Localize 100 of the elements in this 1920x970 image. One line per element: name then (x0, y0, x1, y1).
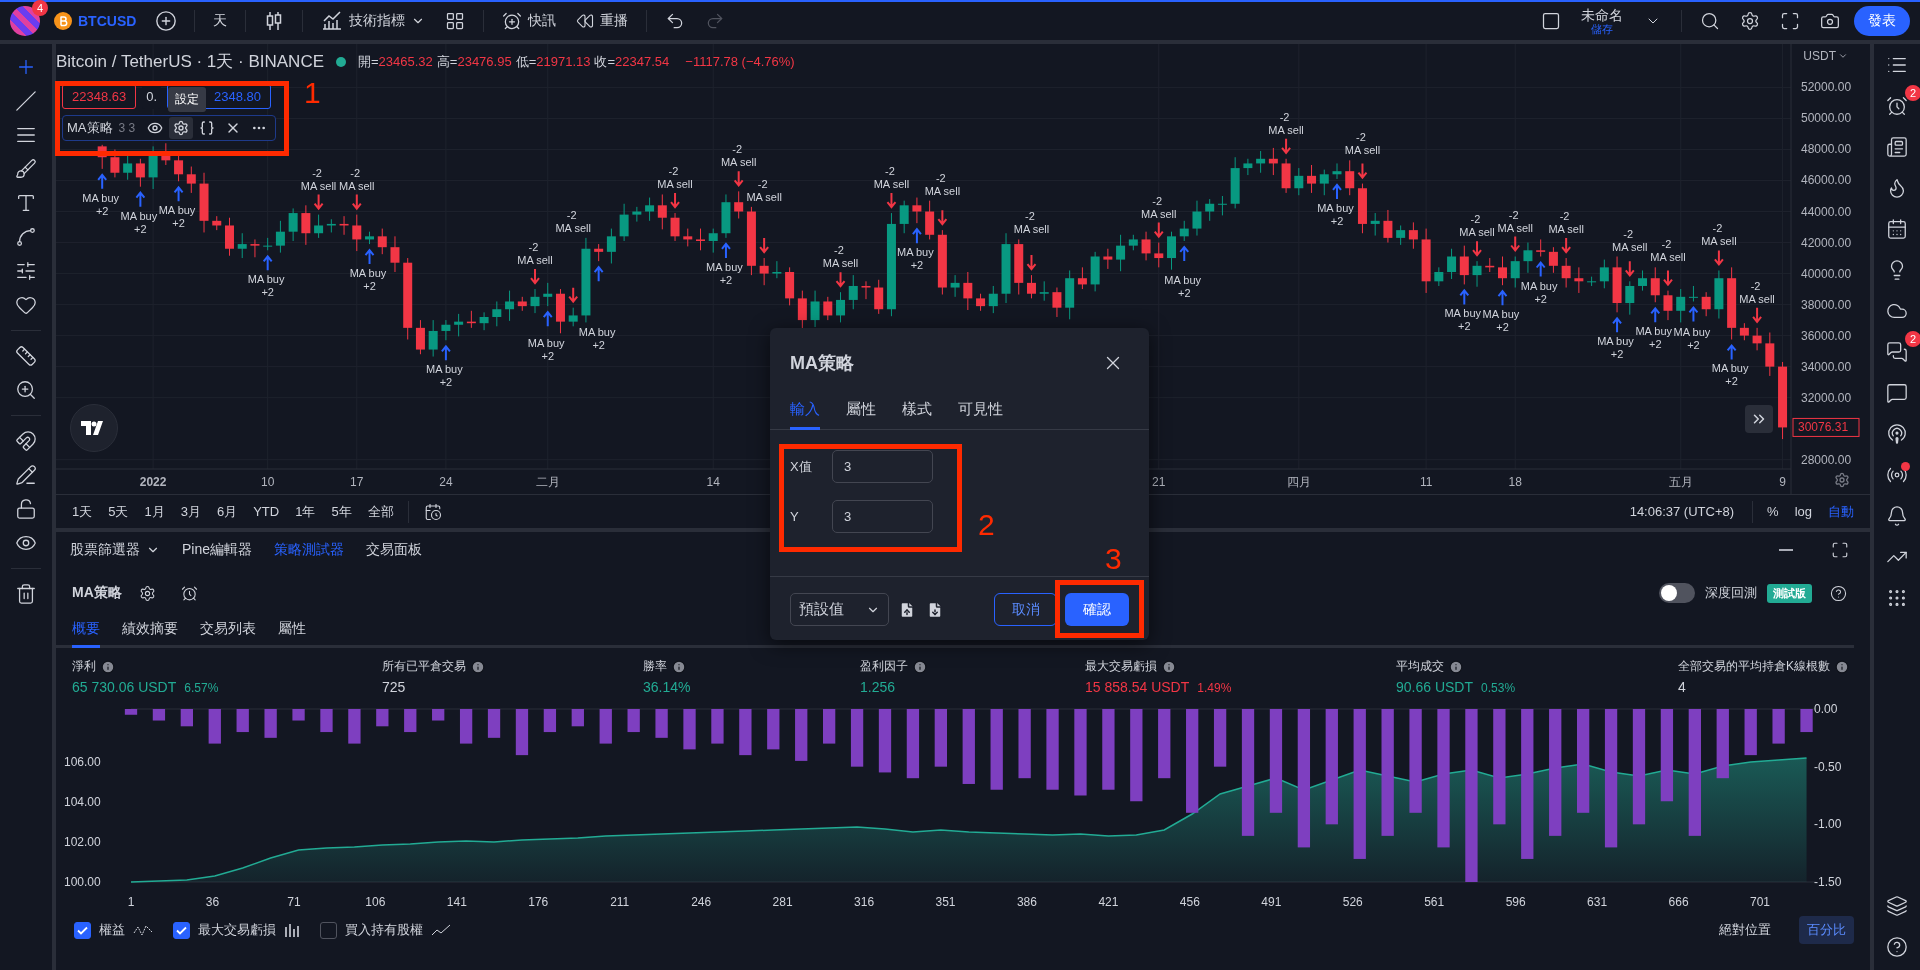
range-button[interactable]: 3月 (174, 498, 207, 525)
beta-badge: 測試版 (1767, 583, 1812, 603)
indicators-button[interactable]: 技術指標 (315, 7, 432, 35)
save-status: 儲存 (1591, 22, 1613, 36)
signal-label: -2 MA sell (1548, 210, 1584, 236)
confirm-button[interactable]: 確認 (1065, 593, 1129, 626)
preset-dropdown[interactable]: 預設值 (790, 593, 889, 626)
axis-label: 104.00 (64, 795, 101, 809)
symbol-button[interactable]: BTCUSD (48, 8, 143, 34)
notification-badge: 2 (1905, 85, 1920, 101)
range-button[interactable]: 1月 (138, 498, 171, 525)
input-field[interactable]: 3 (832, 450, 933, 483)
axis-label: 1 (127, 895, 135, 909)
legend-label: 買入持有股權 (345, 921, 423, 939)
signal-label: MA buy +2 (578, 326, 616, 352)
stat-value: 4 (1678, 679, 1686, 695)
signal-label: MA buy +2 (1635, 325, 1673, 351)
signal-label: -2 MA sell (300, 166, 337, 192)
price-label: 48000.00 (1801, 142, 1852, 157)
layout-name-button[interactable]: 未命名 儲存 (1575, 6, 1629, 36)
signal-label: MA buy +2 (1317, 201, 1354, 227)
scale-button[interactable]: % (1761, 500, 1785, 523)
signal-label: -2 MA sell (924, 171, 961, 197)
legend-label: 最大交易虧損 (198, 921, 276, 939)
range-button[interactable]: 全部 (361, 498, 400, 525)
price-label: 42000.00 (1801, 235, 1852, 250)
price-label: 38000.00 (1801, 297, 1852, 312)
axis-label: -1.50 (1814, 875, 1842, 889)
signal-label: MA buy +2 (120, 209, 158, 235)
sell-price-button[interactable]: 22348.63 (62, 84, 137, 109)
stat-label: 淨利 (72, 658, 96, 675)
layout-title: 未命名 (1581, 6, 1623, 23)
publish-button[interactable]: 發表 (1854, 6, 1910, 36)
date-label: 2022 (139, 475, 167, 489)
range-button[interactable]: 1天 (66, 498, 99, 525)
clock: 14:06:37 (UTC+8) (1629, 504, 1735, 519)
price-label: 34000.00 (1801, 359, 1852, 374)
report-tab[interactable]: 績效摘要 (122, 614, 178, 648)
signal-label: MA buy +2 (1164, 273, 1202, 299)
axis-label: 36 (205, 895, 220, 909)
report-tab[interactable]: 交易列表 (200, 614, 256, 648)
dialog-tab[interactable]: 樣式 (902, 394, 932, 430)
range-button[interactable]: 1年 (289, 498, 322, 525)
dialog-tab[interactable]: 可見性 (958, 394, 1003, 430)
ohlc-value: 收=22347.54 (594, 52, 670, 71)
signal-label: -2 MA sell (1612, 227, 1648, 253)
report-tab[interactable]: 概要 (72, 614, 100, 648)
axis-label: 631 (1587, 895, 1608, 909)
range-button[interactable]: 5年 (325, 498, 358, 525)
ohlc-value: 開=23465.32 (358, 52, 433, 71)
report-tab[interactable]: 屬性 (278, 614, 306, 648)
axis-label: 211 (610, 895, 630, 909)
panel-tab[interactable]: Pine編輯器 (182, 537, 253, 563)
signal-label: MA buy +2 (1444, 307, 1482, 333)
axis-label: 666 (1668, 895, 1689, 909)
view-button[interactable]: 絕對位置 (1711, 916, 1779, 944)
input-field[interactable]: 3 (832, 500, 933, 533)
interval-button[interactable]: 天 (207, 8, 234, 34)
date-label: 10 (261, 475, 275, 489)
price-label: 36000.00 (1801, 328, 1852, 343)
signal-label: -2 MA sell (339, 166, 375, 192)
replay-button[interactable]: 重播 (570, 8, 635, 34)
price-label: 50000.00 (1801, 111, 1852, 126)
signal-label: MA buy +2 (527, 337, 565, 363)
currency-button[interactable]: USDT (1797, 48, 1854, 64)
signal-label: -2 MA sell (1739, 279, 1775, 305)
range-button[interactable]: 5天 (102, 498, 135, 525)
stat-value: 36.14% (643, 679, 691, 695)
signal-label: MA buy +2 (426, 363, 463, 389)
signal-label: -2 MA sell (1344, 131, 1381, 157)
signal-label: MA buy +2 (1520, 279, 1558, 305)
axis-label: 176 (528, 895, 549, 909)
field-label: X值 (790, 457, 813, 476)
panel-tab[interactable]: 交易面板 (366, 537, 423, 563)
price-label: 32000.00 (1801, 390, 1852, 405)
signal-label: -2 MA sell (1497, 208, 1533, 234)
axis-label: 456 (1179, 895, 1200, 909)
axis-label: 0.00 (1814, 703, 1838, 716)
callout-number: 3 (1105, 544, 1122, 574)
tooltip: 設定 (168, 87, 206, 112)
date-label: 9 (1779, 475, 1786, 489)
scale-button[interactable]: 自動 (1822, 498, 1860, 525)
date-label: 11 (1419, 475, 1433, 489)
axis-label: 102.00 (64, 835, 101, 849)
price-change: −1117.78 (−4.76%) (685, 54, 795, 69)
spread-button[interactable]: 0. (142, 84, 162, 109)
scale-button[interactable]: log (1788, 500, 1818, 523)
dialog-tab[interactable]: 屬性 (846, 394, 876, 430)
panel-tab[interactable]: 股票篩選器 (70, 537, 160, 563)
view-button[interactable]: 百分比 (1799, 916, 1854, 944)
range-button[interactable]: YTD (247, 500, 286, 523)
callout-number: 2 (978, 510, 995, 540)
axis-label: 141 (446, 895, 467, 909)
date-label: 21 (1152, 475, 1166, 489)
signal-label: -2 MA sell (1459, 213, 1495, 239)
panel-tab[interactable]: 策略測試器 (274, 537, 345, 563)
stat-percent: 0.53% (1481, 681, 1516, 695)
range-button[interactable]: 6月 (210, 498, 244, 525)
alert-button[interactable]: 快訊 (496, 7, 563, 35)
toggle-label: 深度回測 (1705, 584, 1757, 602)
